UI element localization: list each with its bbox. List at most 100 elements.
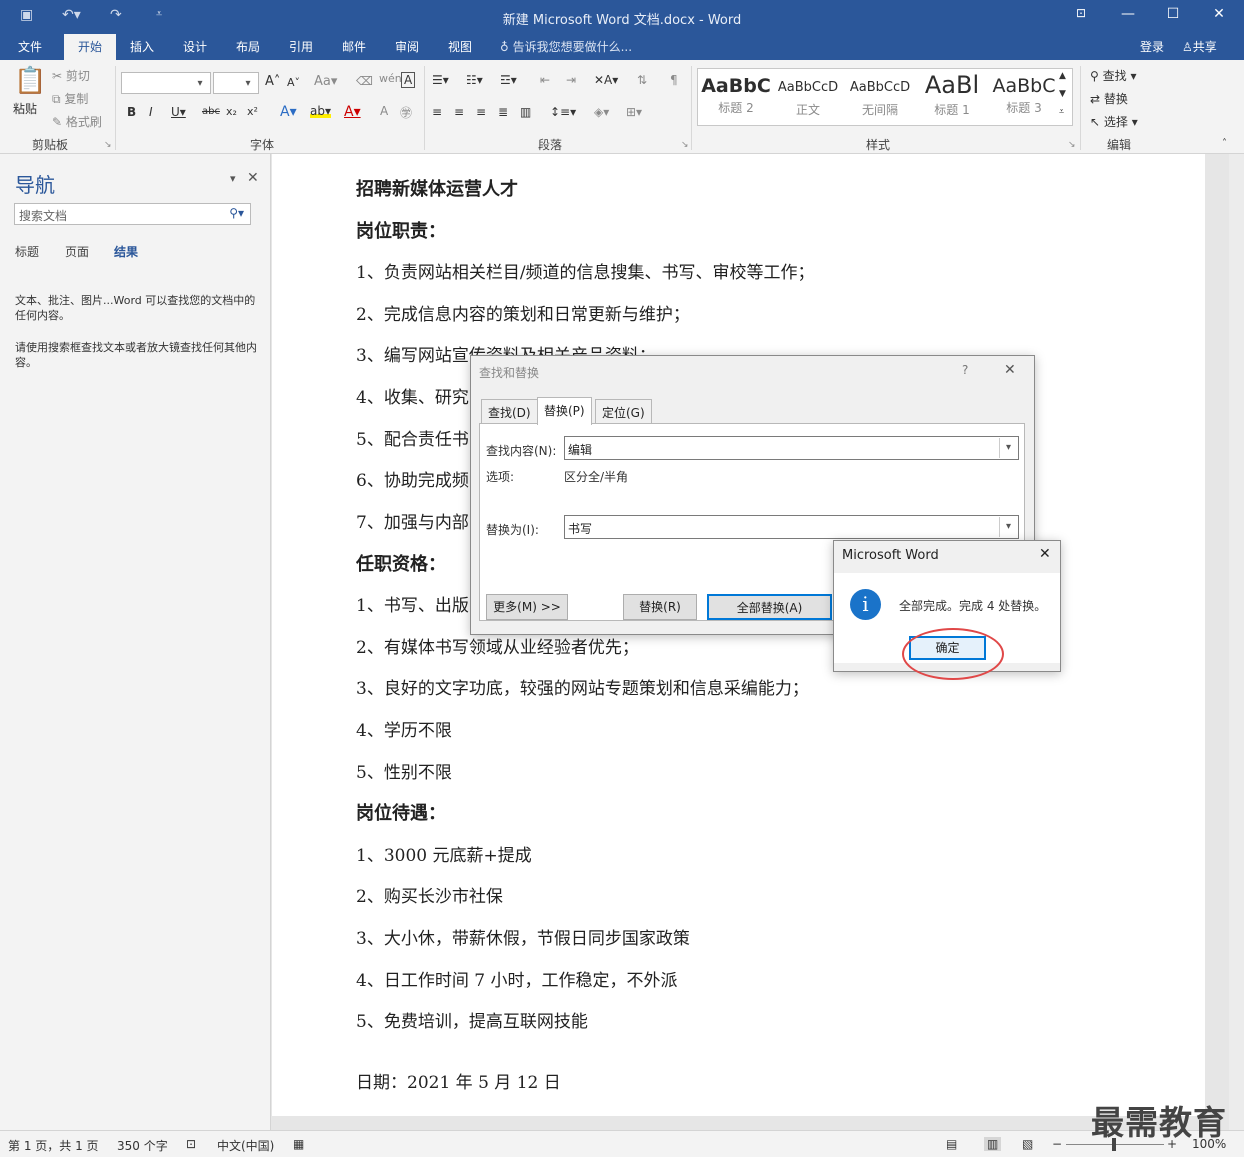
collapse-ribbon-icon[interactable]: ˄ [1222,138,1227,149]
italic-icon[interactable]: I [149,105,153,119]
text-effects-icon[interactable]: A▾ [280,104,297,120]
superscript-icon[interactable]: x² [247,105,258,118]
find-button[interactable]: ⚲ 查找 ▾ [1090,67,1136,84]
chevron-down-icon[interactable]: ▾ [999,517,1017,537]
word-count[interactable]: 350 个字 [117,1137,168,1154]
tab-mailings[interactable]: 邮件 [342,38,366,55]
minimize-button[interactable]: — [1113,6,1143,22]
print-layout-icon[interactable]: ▥ [984,1137,1002,1151]
nav-tab-results[interactable]: 结果 [114,243,138,260]
character-shading-icon[interactable]: A [380,104,388,118]
change-case-icon[interactable]: Aa▾ [314,74,337,89]
bullets-icon[interactable]: ☰▾ [432,73,449,87]
multilevel-list-icon[interactable]: ☲▾ [500,73,517,87]
tab-insert[interactable]: 插入 [130,38,154,55]
nav-options-icon[interactable]: ▾ [230,172,236,185]
decrease-indent-icon[interactable]: ⇤ [540,73,550,87]
sort-icon[interactable]: ⇅ [637,73,647,87]
style-heading1[interactable]: AaBl 标题 1 [916,71,988,123]
align-left-icon[interactable]: ≡ [432,105,442,119]
show-marks-icon[interactable]: ¶ [670,73,678,87]
replace-button[interactable]: ⇄ 替换 [1090,90,1128,107]
tab-layout[interactable]: 布局 [236,38,260,55]
numbering-icon[interactable]: ☷▾ [466,73,483,87]
style-no-spacing[interactable]: AaBbCcD 无间隔 [844,71,916,123]
close-button[interactable]: ✕ [1204,6,1234,22]
nav-close-icon[interactable]: ✕ [247,170,259,186]
tab-find[interactable]: 查找(D) [481,399,538,423]
underline-icon[interactable]: U▾ [171,105,186,119]
highlight-icon[interactable]: ab▾ [310,104,331,118]
styles-scroll-down-icon[interactable]: ▼ [1059,89,1066,99]
phonetic-guide-icon[interactable]: wén [379,72,402,85]
tab-view[interactable]: 视图 [448,38,472,55]
align-center-icon[interactable]: ≡ [454,105,464,119]
document-page[interactable]: 招聘新媒体运营人才 岗位职责： 1、负责网站相关栏目/频道的信息搜集、书写、审校… [272,154,1205,1116]
style-heading3[interactable]: AaBbC 标题 3 [988,71,1060,123]
tab-design[interactable]: 设计 [183,38,207,55]
chinese-layout-icon[interactable]: ✕A▾ [594,73,618,87]
style-normal[interactable]: AaBbCcD 正文 [772,71,844,123]
style-heading2[interactable]: AaBbC 标题 2 [700,71,772,123]
distributed-icon[interactable]: ▥ [520,105,531,119]
search-icon[interactable]: ⚲▾ [229,206,244,220]
grow-font-icon[interactable]: A˄ [265,74,280,89]
replace-all-button[interactable]: 全部替换(A) [707,594,832,620]
paragraph-launcher-icon[interactable]: ↘ [681,140,689,150]
align-right-icon[interactable]: ≡ [476,105,486,119]
dialog-close-button[interactable]: ✕ [1004,362,1016,378]
styles-scroll-up-icon[interactable]: ▲ [1059,71,1066,81]
nav-search-input[interactable]: 搜索文档 ⚲▾ [14,203,251,225]
font-color-icon[interactable]: A▾ [344,104,361,120]
styles-launcher-icon[interactable]: ↘ [1068,140,1076,150]
increase-indent-icon[interactable]: ⇥ [566,73,576,87]
help-button[interactable]: ? [962,363,968,377]
bold-icon[interactable]: B [127,105,136,119]
web-layout-icon[interactable]: ▧ [1022,1137,1033,1151]
styles-more-icon[interactable]: ⩡ [1059,107,1064,117]
read-mode-icon[interactable]: ▤ [946,1137,957,1151]
find-what-input[interactable]: 编辑 ▾ [564,436,1019,460]
justify-icon[interactable]: ≣ [498,105,508,119]
paste-button[interactable]: 粘贴 [13,100,37,117]
replace-button[interactable]: 替换(R) [623,594,697,620]
chevron-down-icon[interactable]: ▾ [999,438,1017,458]
line-spacing-icon[interactable]: ↕≡▾ [550,105,576,119]
font-name-combo[interactable]: ▾ [121,72,211,94]
language[interactable]: 中文(中国) [217,1137,274,1154]
tab-references[interactable]: 引用 [289,38,313,55]
copy-button[interactable]: ⧉ 复制 [52,90,88,107]
proofing-icon[interactable]: ⊡ [186,1137,196,1151]
format-painter-button[interactable]: ✎ 格式刷 [52,113,102,130]
more-button[interactable]: 更多(M) >> [486,594,568,620]
paste-icon[interactable]: 📋 [14,66,46,96]
ribbon-display-options-icon[interactable]: ⊡ [1066,6,1096,20]
maximize-button[interactable]: ☐ [1158,6,1188,22]
font-size-combo[interactable]: ▾ [213,72,259,94]
nav-tab-headings[interactable]: 标题 [15,243,39,260]
tab-replace[interactable]: 替换(P) [537,397,592,425]
zoom-out-icon[interactable]: − [1052,1137,1062,1151]
nav-tab-pages[interactable]: 页面 [65,243,89,260]
strikethrough-icon[interactable]: abc [202,106,220,117]
replace-with-input[interactable]: 书写 ▾ [564,515,1019,539]
cut-button[interactable]: ✂ 剪切 [52,67,90,84]
clipboard-launcher-icon[interactable]: ↘ [104,140,112,150]
enclose-characters-icon[interactable]: ㊫ [400,104,412,121]
page-count[interactable]: 第 1 页，共 1 页 [8,1137,99,1154]
vertical-scrollbar[interactable] [1229,154,1244,1130]
message-close-button[interactable]: ✕ [1039,546,1051,562]
borders-icon[interactable]: ⊞▾ [626,105,642,119]
macro-icon[interactable]: ▦ [293,1137,304,1151]
login-link[interactable]: 登录 [1140,38,1164,55]
select-button[interactable]: ↖ 选择 ▾ [1090,113,1138,130]
shading-icon[interactable]: ◈▾ [594,105,609,119]
tab-file[interactable]: 文件 [18,38,42,55]
tell-me-search[interactable]: ♁ 告诉我您想要做什么... [500,38,632,55]
tab-goto[interactable]: 定位(G) [595,399,652,423]
tab-review[interactable]: 审阅 [395,38,419,55]
shrink-font-icon[interactable]: A˅ [287,76,300,89]
tab-home[interactable]: 开始 [64,34,117,60]
character-border-icon[interactable]: A [401,72,416,88]
share-button[interactable]: ♙共享 [1182,38,1217,55]
